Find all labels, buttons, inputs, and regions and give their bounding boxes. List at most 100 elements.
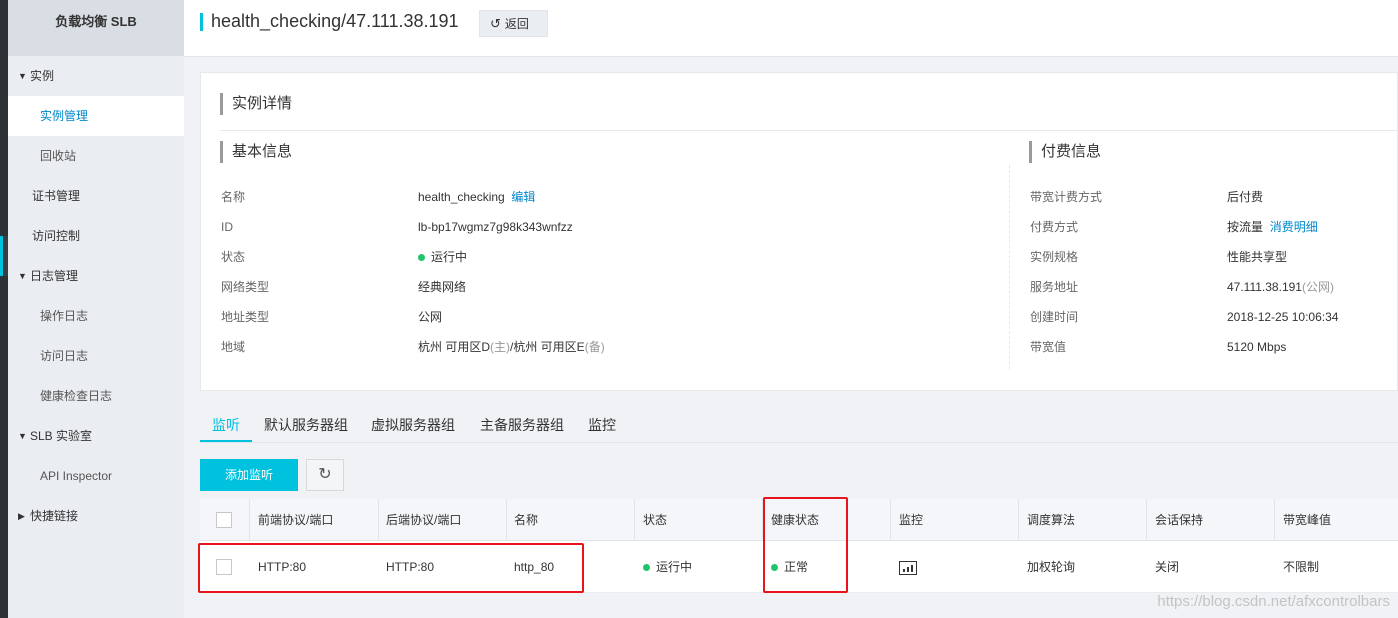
title-accent-bar bbox=[200, 13, 203, 31]
region-primary-tag: (主) bbox=[490, 340, 511, 354]
tab-listeners[interactable]: 监听 bbox=[200, 410, 252, 442]
created-time-value: 2018-12-25 10:06:34 bbox=[1227, 310, 1339, 324]
status-value-row: 运行中 bbox=[418, 242, 467, 272]
bandwidth-billing-value: 后付费 bbox=[1227, 190, 1264, 204]
instance-spec-value: 性能共享型 bbox=[1227, 250, 1288, 264]
sidebar-group-slb-lab[interactable]: ▼ SLB 实验室 bbox=[8, 416, 184, 456]
tab-monitoring[interactable]: 监控 bbox=[588, 410, 616, 442]
edit-name-link[interactable]: 编辑 bbox=[511, 190, 535, 204]
sidebar-item-api-inspector[interactable]: API Inspector bbox=[8, 456, 184, 496]
highlight-box-health-status bbox=[763, 497, 848, 593]
caret-right-icon: ▶ bbox=[18, 511, 25, 521]
sidebar-item-label: 访问控制 bbox=[32, 229, 81, 243]
column-divider bbox=[1009, 165, 1010, 369]
sidebar-item-operation-logs[interactable]: 操作日志 bbox=[8, 296, 184, 336]
address-type-label: 地址类型 bbox=[221, 310, 270, 324]
sidebar-item-label: 访问日志 bbox=[40, 349, 89, 363]
tab-default-server-group[interactable]: 默认服务器组 bbox=[264, 410, 348, 442]
sidebar-item-instance-management[interactable]: 实例管理 bbox=[8, 96, 184, 136]
sidebar-title: 负载均衡 SLB bbox=[8, 0, 184, 56]
back-button-label: 返回 bbox=[504, 17, 529, 31]
id-label: ID bbox=[221, 220, 233, 234]
left-strip bbox=[0, 0, 8, 618]
region-primary: 杭州 可用区D bbox=[418, 340, 491, 354]
column-header-algorithm: 调度算法 bbox=[1027, 513, 1076, 527]
divider bbox=[220, 130, 1398, 131]
section-title-basic-info: 基本信息 bbox=[220, 141, 292, 163]
cell-peak-bandwidth: 不限制 bbox=[1283, 560, 1320, 574]
service-address-value: 47.111.38.191 bbox=[1227, 280, 1302, 294]
region-backup: /杭州 可用区E bbox=[510, 340, 585, 354]
tab-vserver-group[interactable]: 虚拟服务器组 bbox=[371, 410, 455, 442]
payment-method-row: 按流量 消费明细 bbox=[1227, 212, 1318, 242]
tab-bar: 监听 默认服务器组 虚拟服务器组 主备服务器组 监控 bbox=[200, 410, 1398, 443]
bar-chart-icon[interactable] bbox=[899, 560, 917, 575]
region-backup-tag: (备) bbox=[584, 340, 605, 354]
page-title: health_checking/47.111.38.191 bbox=[211, 11, 459, 31]
sidebar-item-recycle-bin[interactable]: 回收站 bbox=[8, 136, 184, 176]
tab-master-slave-group[interactable]: 主备服务器组 bbox=[480, 410, 564, 442]
sidebar-item-certificates[interactable]: 证书管理 bbox=[8, 176, 184, 216]
status-label: 状态 bbox=[221, 250, 246, 264]
watermark: https://blog.csdn.net/afxcontrolbars bbox=[1157, 593, 1390, 610]
billing-details-link[interactable]: 消费明细 bbox=[1270, 220, 1318, 234]
refresh-button[interactable]: ↻ bbox=[306, 459, 344, 491]
select-all-checkbox[interactable] bbox=[216, 512, 232, 528]
column-divider bbox=[249, 499, 250, 541]
back-button[interactable]: ↺ 返回 bbox=[479, 10, 548, 37]
column-header-name: 名称 bbox=[514, 513, 539, 527]
network-type-value: 经典网络 bbox=[418, 280, 467, 294]
status-value: 运行中 bbox=[431, 250, 468, 264]
column-divider bbox=[1274, 499, 1275, 541]
status-dot bbox=[418, 254, 425, 261]
service-address-tag: (公网) bbox=[1301, 280, 1334, 294]
sidebar-item-label: 快捷链接 bbox=[30, 509, 79, 523]
cell-session: 关闭 bbox=[1155, 560, 1180, 574]
instance-spec-label: 实例规格 bbox=[1030, 250, 1079, 264]
region-label: 地域 bbox=[221, 340, 246, 354]
column-header-status: 状态 bbox=[643, 513, 668, 527]
column-divider bbox=[506, 499, 507, 541]
add-listener-button[interactable]: 添加监听 bbox=[200, 459, 298, 491]
cell-status: 运行中 bbox=[643, 541, 692, 592]
sidebar-group-logs[interactable]: ▼ 日志管理 bbox=[8, 256, 184, 296]
bandwidth-billing-label: 带宽计费方式 bbox=[1030, 190, 1103, 204]
created-time-label: 创建时间 bbox=[1030, 310, 1079, 324]
column-divider bbox=[634, 499, 635, 541]
sidebar-item-label: 实例 bbox=[30, 69, 55, 83]
sidebar-item-health-check-logs[interactable]: 健康检查日志 bbox=[8, 376, 184, 416]
payment-method-value: 按流量 bbox=[1227, 220, 1264, 234]
name-value-row: health_checking 编辑 bbox=[418, 182, 535, 212]
sidebar-item-label: 操作日志 bbox=[40, 309, 89, 323]
name-label: 名称 bbox=[221, 190, 246, 204]
address-type-value: 公网 bbox=[418, 310, 443, 324]
sidebar-item-access-control[interactable]: 访问控制 bbox=[8, 216, 184, 256]
sidebar-group-shortcuts[interactable]: ▶ 快捷链接 bbox=[8, 496, 184, 536]
refresh-icon: ↻ bbox=[318, 466, 332, 483]
section-title-instance-detail: 实例详情 bbox=[220, 93, 292, 115]
service-address-row: 47.111.38.191(公网) bbox=[1227, 272, 1334, 302]
status-dot bbox=[643, 564, 650, 571]
sidebar-item-label: SLB 实验室 bbox=[30, 429, 93, 443]
column-header-backend: 后端协议/端口 bbox=[386, 513, 462, 527]
column-header-monitor: 监控 bbox=[899, 513, 924, 527]
column-header-peak-bandwidth: 带宽峰值 bbox=[1283, 513, 1332, 527]
caret-down-icon: ▼ bbox=[18, 71, 27, 81]
instance-detail-panel: 实例详情 基本信息 付费信息 名称 health_checking 编辑 ID … bbox=[200, 72, 1398, 391]
sidebar-item-label: 证书管理 bbox=[32, 189, 81, 203]
undo-icon: ↺ bbox=[490, 16, 501, 31]
bandwidth-label: 带宽值 bbox=[1030, 340, 1067, 354]
cell-status-text: 运行中 bbox=[656, 560, 693, 574]
sidebar-item-label: 日志管理 bbox=[30, 269, 79, 283]
sidebar-item-access-logs[interactable]: 访问日志 bbox=[8, 336, 184, 376]
id-value: lb-bp17wgmz7g98k343wnfzz bbox=[418, 220, 573, 234]
cell-algorithm: 加权轮询 bbox=[1027, 560, 1076, 574]
column-header-session: 会话保持 bbox=[1155, 513, 1204, 527]
network-type-label: 网络类型 bbox=[221, 280, 270, 294]
service-address-label: 服务地址 bbox=[1030, 280, 1079, 294]
sidebar-item-label: 健康检查日志 bbox=[40, 389, 113, 403]
column-divider bbox=[1146, 499, 1147, 541]
sidebar: 负载均衡 SLB ▼ 实例 实例管理 回收站 证书管理 访问控制 ▼ 日志管理 操作… bbox=[8, 0, 184, 618]
sidebar-group-instance[interactable]: ▼ 实例 bbox=[8, 56, 184, 96]
caret-down-icon: ▼ bbox=[18, 431, 27, 441]
